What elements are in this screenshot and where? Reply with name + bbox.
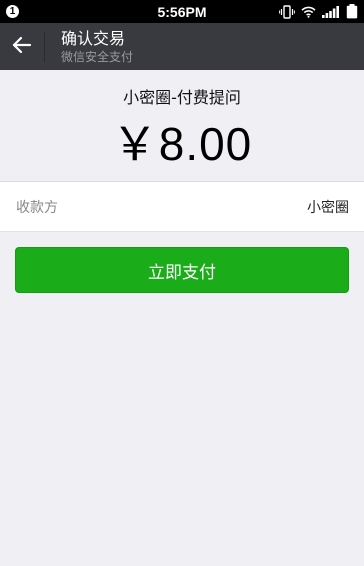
payee-label: 收款方: [16, 199, 58, 216]
payee-row: 收款方 小密圈: [0, 182, 364, 232]
payee-value: 小密圈: [307, 199, 349, 216]
nav-titles: 确认交易 微信安全支付: [61, 29, 133, 65]
payment-description: 小密圈-付费提问: [123, 88, 241, 107]
nav-bar: 确认交易 微信安全支付: [0, 23, 364, 70]
page-subtitle: 微信安全支付: [61, 49, 134, 64]
status-bar: 1 5:56PM: [0, 0, 364, 23]
back-button[interactable]: [0, 23, 44, 70]
payment-summary: 小密圈-付费提问 ￥8.00: [0, 70, 364, 182]
nav-divider: [44, 31, 45, 62]
page-title: 确认交易: [61, 28, 126, 48]
pay-now-button[interactable]: 立即支付: [15, 247, 349, 293]
payment-amount: ￥8.00: [111, 118, 253, 170]
status-time: 5:56PM: [157, 3, 207, 20]
back-arrow-icon: [12, 36, 32, 58]
